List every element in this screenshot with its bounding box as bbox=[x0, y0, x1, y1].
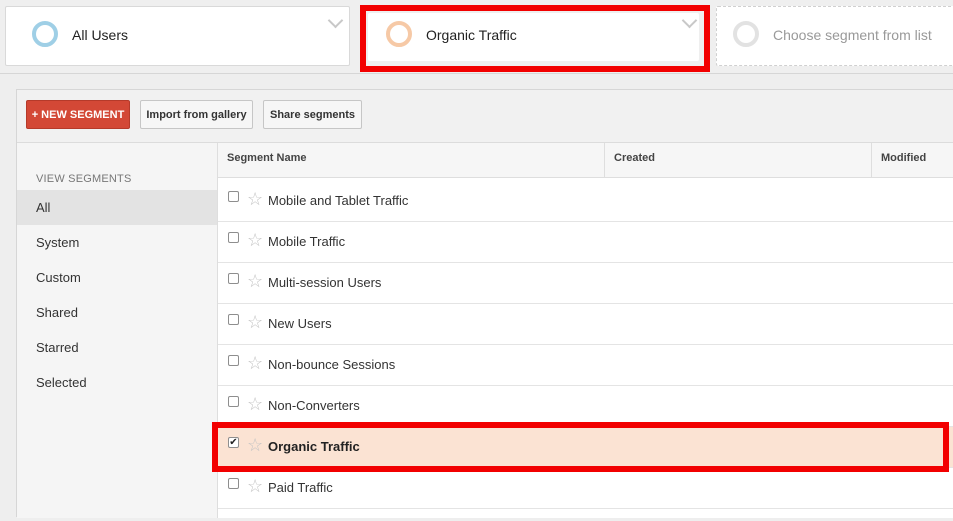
table-row[interactable]: ☆ Non-bounce Sessions bbox=[218, 345, 953, 386]
segment-name: Non-Converters bbox=[268, 398, 360, 413]
sidebar-item-starred[interactable]: Starred bbox=[17, 330, 217, 365]
segment-label: Organic Traffic bbox=[426, 27, 517, 43]
column-header-created[interactable]: Created bbox=[605, 143, 872, 177]
star-icon[interactable]: ☆ bbox=[247, 272, 263, 290]
sidebar-heading: VIEW SEGMENTS bbox=[36, 173, 132, 185]
star-icon[interactable]: ☆ bbox=[247, 395, 263, 413]
new-segment-button[interactable]: + NEW SEGMENT bbox=[26, 100, 130, 129]
row-checkbox-checked[interactable]: ✔ bbox=[228, 437, 239, 448]
segment-ring-icon bbox=[32, 21, 58, 47]
sidebar-item-shared[interactable]: Shared bbox=[17, 295, 217, 330]
segment-name: Mobile and Tablet Traffic bbox=[268, 193, 409, 208]
chevron-down-icon[interactable] bbox=[681, 12, 698, 29]
segment-all-users[interactable]: All Users bbox=[5, 6, 350, 66]
segment-table: Segment Name Created Modified ☆ Mobile a… bbox=[218, 143, 953, 518]
row-checkbox[interactable] bbox=[228, 273, 239, 284]
segment-choose-placeholder[interactable]: Choose segment from list bbox=[716, 6, 953, 66]
segment-panel: + NEW SEGMENT Import from gallery Share … bbox=[16, 89, 953, 518]
star-icon[interactable]: ☆ bbox=[247, 354, 263, 372]
star-icon[interactable]: ☆ bbox=[247, 477, 263, 495]
segment-name: New Users bbox=[268, 316, 332, 331]
row-checkbox[interactable] bbox=[228, 232, 239, 243]
row-checkbox[interactable] bbox=[228, 396, 239, 407]
sidebar-item-custom[interactable]: Custom bbox=[17, 260, 217, 295]
table-row[interactable]: ☆ Multi-session Users bbox=[218, 263, 953, 304]
segment-name: Mobile Traffic bbox=[268, 234, 346, 249]
segment-ring-icon bbox=[386, 21, 412, 47]
segment-label: All Users bbox=[72, 27, 129, 43]
segment-name: Paid Traffic bbox=[268, 480, 333, 495]
segment-ring-icon bbox=[733, 21, 759, 47]
sidebar: VIEW SEGMENTS All System Custom Shared S… bbox=[17, 143, 218, 518]
segment-organic-traffic[interactable]: Organic Traffic bbox=[368, 12, 699, 61]
column-header-segment-name[interactable]: Segment Name bbox=[218, 143, 605, 177]
star-icon[interactable]: ☆ bbox=[247, 313, 263, 331]
column-header-modified[interactable]: Modified bbox=[872, 143, 953, 177]
table-row[interactable]: ☆ Non-Converters bbox=[218, 386, 953, 427]
toolbar: + NEW SEGMENT Import from gallery Share … bbox=[17, 90, 953, 143]
segment-bar: All Users Organic Traffic Choose segment… bbox=[0, 0, 953, 74]
row-checkbox[interactable] bbox=[228, 478, 239, 489]
row-checkbox[interactable] bbox=[228, 314, 239, 325]
row-checkbox[interactable] bbox=[228, 355, 239, 366]
star-icon[interactable]: ☆ bbox=[247, 190, 263, 208]
segment-placeholder-label: Choose segment from list bbox=[773, 27, 932, 43]
segment-name: Multi-session Users bbox=[268, 275, 382, 290]
table-row[interactable]: ☆ New Users bbox=[218, 304, 953, 345]
sidebar-item-all[interactable]: All bbox=[17, 190, 217, 225]
share-segments-button[interactable]: Share segments bbox=[263, 100, 362, 129]
table-row[interactable]: ☆ Mobile and Tablet Traffic bbox=[218, 181, 953, 222]
star-icon[interactable]: ☆ bbox=[247, 436, 263, 454]
segment-name: Non-bounce Sessions bbox=[268, 357, 396, 372]
sidebar-item-selected[interactable]: Selected bbox=[17, 365, 217, 400]
sidebar-item-system[interactable]: System bbox=[17, 225, 217, 260]
star-icon[interactable]: ☆ bbox=[247, 231, 263, 249]
segment-name: Organic Traffic bbox=[268, 439, 360, 454]
table-row[interactable]: ☆ Paid Traffic bbox=[218, 468, 953, 509]
import-from-gallery-button[interactable]: Import from gallery bbox=[140, 100, 253, 129]
table-row[interactable]: ☆ Mobile Traffic bbox=[218, 222, 953, 263]
row-checkbox[interactable] bbox=[228, 191, 239, 202]
table-header: Segment Name Created Modified bbox=[218, 143, 953, 178]
table-row-selected[interactable]: ✔ ☆ Organic Traffic bbox=[218, 427, 953, 468]
chevron-down-icon[interactable] bbox=[327, 12, 344, 29]
